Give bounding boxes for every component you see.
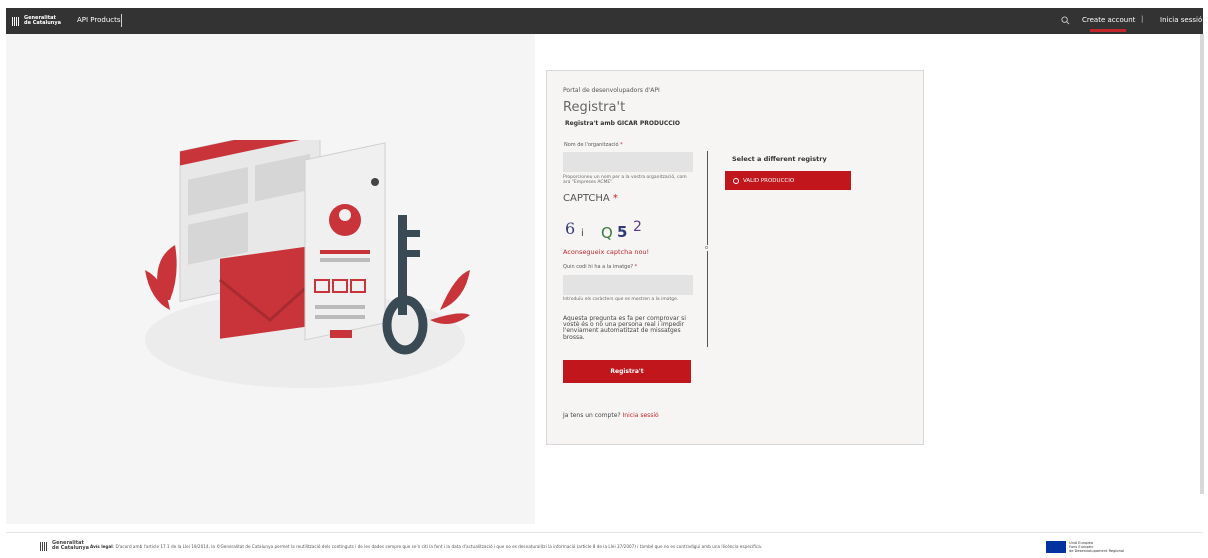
required-marker: * xyxy=(620,142,623,148)
valid-produccio-button[interactable]: VALID PRODUCCIO xyxy=(725,171,851,190)
captcha-code-help: Introduïu els caràcters que es mostren a… xyxy=(563,297,679,302)
organization-help-text: Proporcioneu un nom per a la vostra orga… xyxy=(563,175,687,185)
legal-text: : D'acord amb l'article 17.1 de la Llei … xyxy=(112,544,763,549)
registration-illustration xyxy=(145,140,470,388)
captcha-char-3: Q xyxy=(601,224,613,242)
footer-logo-icon xyxy=(40,541,48,551)
footer-divider xyxy=(6,532,1203,533)
generalitat-logo[interactable]: Generalitat de Catalunya xyxy=(12,14,62,28)
eu-flag-icon xyxy=(1046,541,1066,553)
login-link-inline[interactable]: Inicia sessió xyxy=(623,412,659,419)
captcha-title-text: CAPTCHA xyxy=(563,193,610,204)
registration-panel: Portal de desenvolupadors d'API Registra… xyxy=(546,70,924,445)
nav-separator: | xyxy=(1141,15,1144,23)
nav-divider xyxy=(121,14,122,27)
existing-account-prompt: Ja tens un compte? Inicia sessió xyxy=(563,412,659,419)
captcha-char-2: i xyxy=(581,228,584,239)
captcha-char-5: 2 xyxy=(633,219,642,235)
page-title: Registra't xyxy=(563,100,626,115)
captcha-heading: CAPTCHA * xyxy=(563,193,618,204)
different-registry-title: Select a different registry xyxy=(732,155,827,163)
captcha-code-field[interactable] xyxy=(563,275,693,295)
captcha-char-4: 5 xyxy=(617,223,627,241)
captcha-description: Aquesta pregunta es fa per comprovar si … xyxy=(563,315,686,341)
logo-line-2: de Catalunya xyxy=(24,20,61,26)
create-account-link[interactable]: Create account xyxy=(1082,16,1135,24)
organization-name-field[interactable] xyxy=(563,152,693,172)
portal-title: Portal de desenvolupadors d'API xyxy=(563,87,660,94)
organization-label-text: Nom de l'organització xyxy=(564,142,619,148)
logo-text: Generalitat de Catalunya xyxy=(24,16,61,26)
register-button[interactable]: Registra't xyxy=(563,360,691,383)
footer-logo-line-2: de Catalunya xyxy=(52,545,89,551)
captcha-image: 6 i Q 5 2 xyxy=(565,219,642,242)
top-navigation-bar: Generalitat de Catalunya API Products Cr… xyxy=(6,8,1203,34)
generalitat-logo-icon xyxy=(12,16,20,26)
valid-logo-icon xyxy=(733,177,739,184)
active-tab-indicator xyxy=(1090,29,1126,32)
or-label: o xyxy=(705,245,709,251)
new-captcha-link[interactable]: Aconsegueix captcha nou! xyxy=(563,248,649,256)
valid-button-label: VALID PRODUCCIO xyxy=(743,177,795,184)
organization-label: Nom de l'organització * xyxy=(564,142,623,148)
captcha-code-label: Quin codi hi ha a la imatge? * xyxy=(563,264,637,270)
required-marker: * xyxy=(612,193,618,204)
captcha-code-label-text: Quin codi hi ha a la imatge? xyxy=(563,264,634,270)
registry-subtitle: Registra't amb GICAR PRODUCCIO xyxy=(565,120,680,127)
legal-notice: Avís legal: D'acord amb l'article 17.1 d… xyxy=(90,544,762,549)
eu-funding-text: Unió Europea Fons Europeu de Desenvolupa… xyxy=(1069,541,1124,553)
captcha-char-1: 6 xyxy=(565,219,575,238)
footer-logo-text: Generalitat de Catalunya xyxy=(52,541,89,551)
scrollbar[interactable] xyxy=(1200,34,1204,494)
legal-label: Avís legal xyxy=(90,544,113,549)
search-icon[interactable] xyxy=(1061,16,1070,25)
eu-line-3: de Desenvolupament Regional xyxy=(1069,549,1125,553)
footer: Generalitat de Catalunya Avís legal: D'a… xyxy=(6,538,1203,556)
footer-generalitat-logo[interactable]: Generalitat de Catalunya xyxy=(40,541,89,551)
login-link[interactable]: Inicia sessió xyxy=(1160,16,1202,24)
api-products-link[interactable]: API Products xyxy=(77,16,121,24)
existing-account-text: Ja tens un compte? xyxy=(563,412,621,419)
required-marker: * xyxy=(634,264,638,270)
